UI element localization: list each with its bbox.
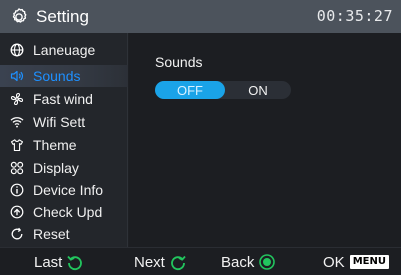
sidebar-item-display[interactable]: Display xyxy=(0,157,128,179)
sidebar-item-wifi[interactable]: Wifi Sett xyxy=(0,111,128,133)
sidebar-item-device-info[interactable]: Device Info xyxy=(0,179,128,201)
menu-key-badge: MENU xyxy=(349,255,389,269)
page-title: Setting xyxy=(36,6,89,26)
header-bar: Setting 00:35:27 xyxy=(0,0,401,33)
last-button[interactable]: Last xyxy=(34,248,84,275)
sidebar-item-label: Sounds xyxy=(33,68,81,84)
sidebar-item-label: Fast wind xyxy=(33,91,93,107)
sidebar-item-label: Wifi Sett xyxy=(33,114,86,130)
sounds-setting-label: Sounds xyxy=(155,54,203,70)
clock-display: 00:35:27 xyxy=(316,7,393,25)
sidebar-item-label: Laneuage xyxy=(33,42,96,58)
sidebar-item-label: Display xyxy=(33,160,79,176)
ok-button[interactable]: OK MENU xyxy=(323,248,389,275)
toggle-on-option[interactable]: ON xyxy=(225,81,291,99)
next-label: Next xyxy=(134,253,165,271)
toggle-off-option[interactable]: OFF xyxy=(155,81,225,99)
reset-icon xyxy=(11,227,23,240)
sidebar-item-language[interactable]: Laneuage xyxy=(0,39,128,61)
sounds-toggle[interactable]: OFF ON xyxy=(155,81,291,99)
upload-icon xyxy=(10,205,24,219)
back-button[interactable]: Back xyxy=(221,248,276,275)
footer-bar: Last Next Back OK MENU xyxy=(0,247,401,275)
shirt-icon xyxy=(10,139,24,152)
record-button-icon xyxy=(259,254,276,270)
last-label: Last xyxy=(34,253,63,271)
wifi-icon xyxy=(10,117,24,128)
gear-icon xyxy=(12,7,27,23)
sidebar-item-label: Reset xyxy=(33,226,70,242)
sidebar-item-check-update[interactable]: Check Upd xyxy=(0,201,128,223)
sidebar-item-label: Device Info xyxy=(33,182,104,198)
rotate-right-icon xyxy=(170,255,186,271)
ok-label: OK xyxy=(323,253,345,271)
sidebar-item-reset[interactable]: Reset xyxy=(0,223,128,245)
sidebar-item-fast-wind[interactable]: Fast wind xyxy=(0,88,128,110)
sidebar-item-theme[interactable]: Theme xyxy=(0,134,128,156)
grid-icon xyxy=(10,161,24,175)
sidebar-item-label: Theme xyxy=(33,137,77,153)
info-icon xyxy=(10,183,24,197)
back-label: Back xyxy=(221,253,255,271)
sidebar-item-sounds[interactable]: Sounds xyxy=(0,65,128,87)
next-button[interactable]: Next xyxy=(134,248,187,275)
settings-sidebar: Laneuage Sounds Fast wind Wifi Sett Them… xyxy=(0,33,128,247)
globe-icon xyxy=(10,43,24,57)
settings-screen: Setting 00:35:27 Laneuage Sounds Fast wi… xyxy=(0,0,401,275)
speaker-icon xyxy=(10,70,23,82)
rotate-left-icon xyxy=(67,255,83,271)
sounds-panel: Sounds OFF ON xyxy=(129,33,401,247)
sidebar-item-label: Check Upd xyxy=(33,204,103,220)
fan-icon xyxy=(10,92,24,106)
